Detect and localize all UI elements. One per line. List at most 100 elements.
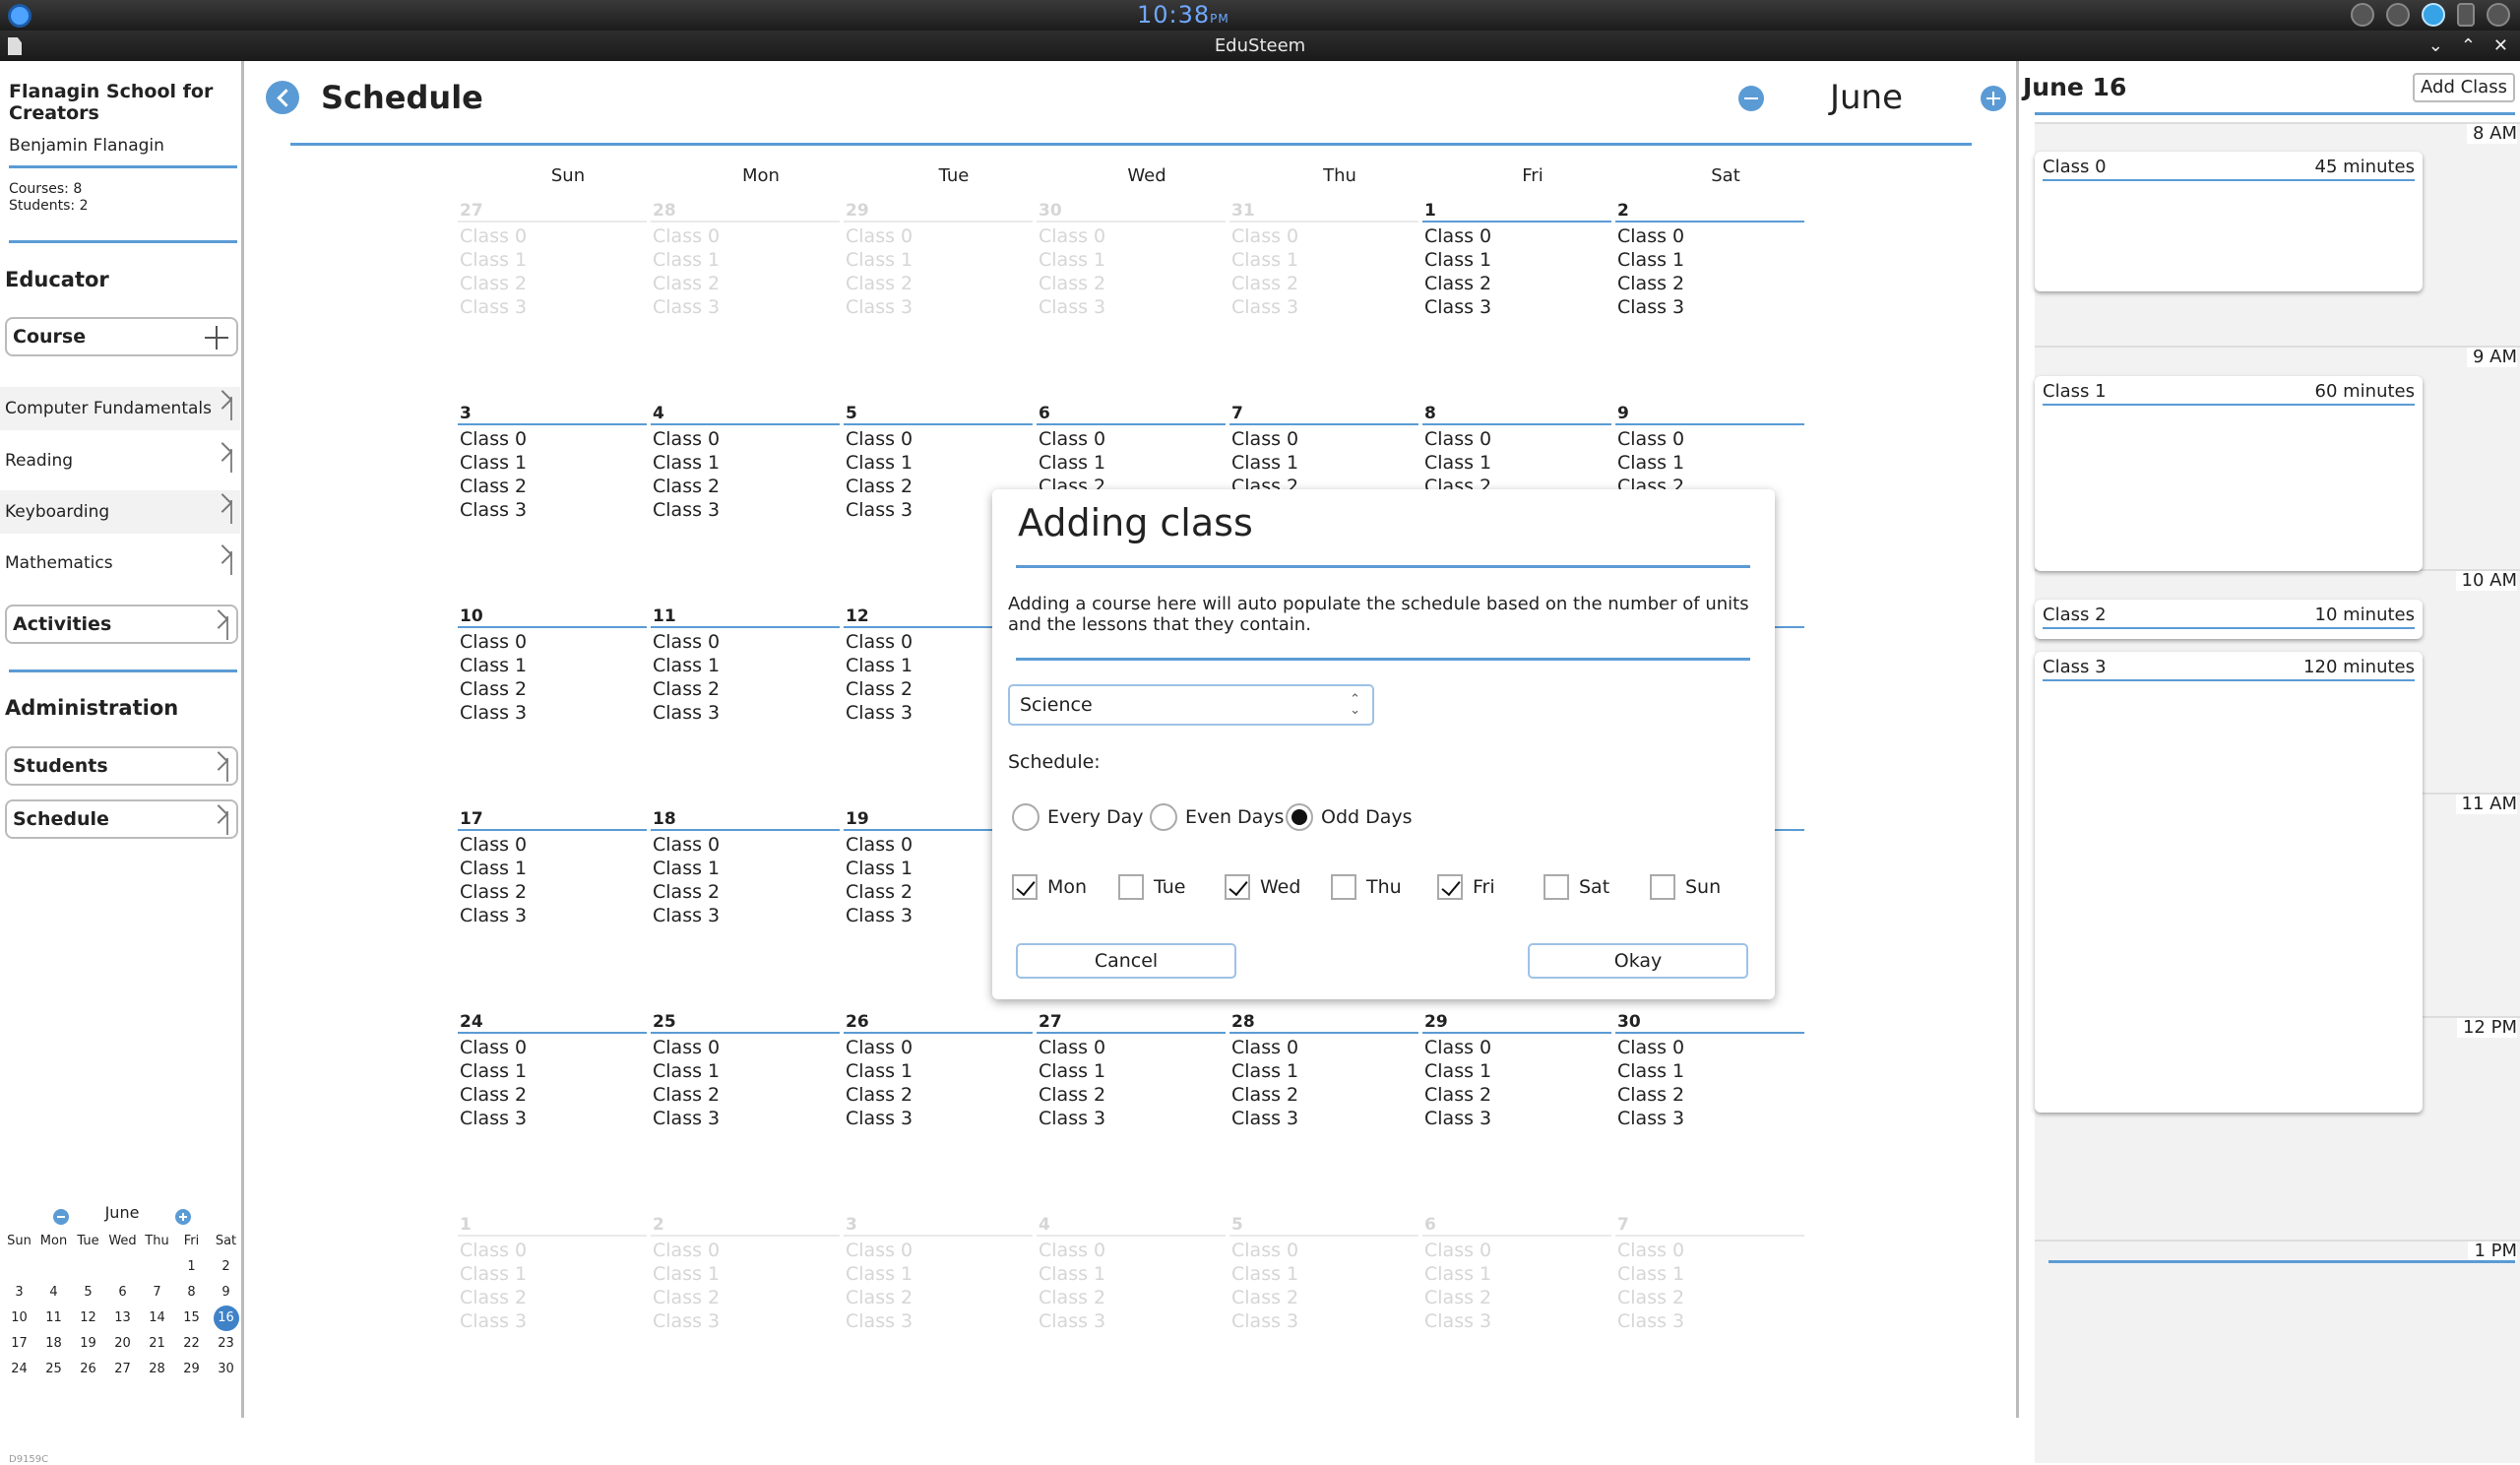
- calendar-day-cell[interactable]: 27 Class 0 Class 1 Class 2 Class 3: [1037, 1012, 1226, 1209]
- class-entry[interactable]: Class 0: [458, 427, 647, 451]
- class-entry[interactable]: Class 2: [1615, 1083, 1804, 1107]
- class-entry[interactable]: Class 1: [844, 451, 1033, 475]
- class-entry[interactable]: Class 3: [1229, 1107, 1418, 1130]
- mini-calendar-day[interactable]: 22: [174, 1331, 209, 1357]
- calendar-day-cell[interactable]: 28 Class 0 Class 1 Class 2 Class 3: [651, 201, 840, 398]
- class-entry[interactable]: Class 3: [458, 295, 647, 319]
- class-entry[interactable]: Class 0: [1229, 1036, 1418, 1059]
- class-entry[interactable]: Class 1: [844, 1059, 1033, 1083]
- class-entry[interactable]: Class 1: [458, 451, 647, 475]
- class-entry[interactable]: Class 2: [1037, 272, 1226, 295]
- calendar-day-cell[interactable]: 6Class 0Class 1Class 2Class 3: [1422, 1215, 1611, 1412]
- calendar-day-cell[interactable]: 30 Class 0 Class 1 Class 2 Class 3: [1615, 1012, 1804, 1209]
- calendar-day-cell[interactable]: 10 Class 0 Class 1 Class 2 Class 3: [458, 606, 647, 803]
- class-entry[interactable]: Class 3: [844, 295, 1033, 319]
- mini-calendar-day[interactable]: 29: [174, 1357, 209, 1382]
- class-entry[interactable]: Class 0: [844, 1239, 1033, 1262]
- checkbox-icon[interactable]: [1437, 874, 1463, 900]
- class-entry[interactable]: Class 0: [1422, 1239, 1611, 1262]
- class-entry[interactable]: Class 0: [458, 630, 647, 654]
- radio-icon[interactable]: [1150, 803, 1177, 831]
- class-entry[interactable]: Class 1: [1229, 1262, 1418, 1286]
- mini-calendar-day[interactable]: 19: [71, 1331, 105, 1357]
- course-item-keyboarding[interactable]: Keyboarding: [0, 490, 240, 534]
- class-entry[interactable]: Class 1: [1422, 451, 1611, 475]
- class-entry[interactable]: Class 2: [1422, 1286, 1611, 1309]
- class-entry[interactable]: Class 1: [651, 451, 840, 475]
- class-entry[interactable]: Class 3: [1615, 1309, 1804, 1333]
- scheduled-class-card[interactable]: Class 3 120 minutes: [2035, 652, 2423, 1113]
- mini-calendar-day[interactable]: 26: [71, 1357, 105, 1382]
- class-entry[interactable]: Class 2: [458, 272, 647, 295]
- calendar-day-cell[interactable]: 18 Class 0 Class 1 Class 2 Class 3: [651, 809, 840, 1006]
- checkbox-sat[interactable]: Sat: [1544, 874, 1609, 900]
- class-entry[interactable]: Class 0: [1615, 1239, 1804, 1262]
- class-entry[interactable]: Class 0: [844, 1036, 1033, 1059]
- calendar-day-cell[interactable]: 30 Class 0 Class 1 Class 2 Class 3: [1037, 201, 1226, 398]
- course-item-mathematics[interactable]: Mathematics: [0, 541, 240, 585]
- class-entry[interactable]: Class 0: [1229, 1239, 1418, 1262]
- class-entry[interactable]: Class 1: [1422, 1262, 1611, 1286]
- scheduled-class-card[interactable]: Class 0 45 minutes: [2035, 152, 2423, 291]
- class-entry[interactable]: Class 1: [1615, 451, 1804, 475]
- students-button[interactable]: Students: [5, 746, 238, 786]
- class-entry[interactable]: Class 3: [458, 1107, 647, 1130]
- checkbox-tue[interactable]: Tue: [1118, 874, 1185, 900]
- class-entry[interactable]: Class 0: [651, 427, 840, 451]
- class-entry[interactable]: Class 0: [1037, 1036, 1226, 1059]
- class-entry[interactable]: Class 2: [1615, 1286, 1804, 1309]
- class-entry[interactable]: Class 0: [844, 427, 1033, 451]
- class-entry[interactable]: Class 3: [651, 295, 840, 319]
- class-entry[interactable]: Class 0: [1229, 224, 1418, 248]
- class-entry[interactable]: Class 2: [651, 1286, 840, 1309]
- app-launcher-icon[interactable]: [8, 4, 32, 28]
- mini-calendar-day[interactable]: 30: [209, 1357, 243, 1382]
- class-entry[interactable]: Class 2: [651, 475, 840, 498]
- class-entry[interactable]: Class 1: [458, 1059, 647, 1083]
- calendar-day-cell[interactable]: 2 Class 0 Class 1 Class 2 Class 3: [651, 1215, 840, 1412]
- class-entry[interactable]: Class 3: [1615, 295, 1804, 319]
- class-entry[interactable]: Class 3: [458, 904, 647, 927]
- mini-calendar-day[interactable]: 9: [209, 1280, 243, 1306]
- class-entry[interactable]: Class 1: [651, 857, 840, 880]
- class-entry[interactable]: Class 0: [1037, 1239, 1226, 1262]
- mini-calendar-day[interactable]: 20: [105, 1331, 140, 1357]
- class-entry[interactable]: Class 1: [1229, 1059, 1418, 1083]
- class-entry[interactable]: Class 2: [844, 272, 1033, 295]
- calendar-day-cell[interactable]: 5 Class 0 Class 1 Class 2 Class 3: [1229, 1215, 1418, 1412]
- class-entry[interactable]: Class 1: [1037, 451, 1226, 475]
- class-entry[interactable]: Class 1: [1037, 1262, 1226, 1286]
- mini-calendar-day[interactable]: 25: [36, 1357, 71, 1382]
- class-entry[interactable]: Class 2: [1037, 1083, 1226, 1107]
- class-entry[interactable]: Class 2: [651, 1083, 840, 1107]
- mini-calendar-day[interactable]: 10: [2, 1306, 36, 1331]
- class-entry[interactable]: Class 0: [458, 833, 647, 857]
- class-entry[interactable]: Class 1: [844, 1262, 1033, 1286]
- class-entry[interactable]: Class 1: [651, 654, 840, 677]
- schedule-button[interactable]: Schedule: [5, 799, 238, 839]
- class-entry[interactable]: Class 3: [651, 498, 840, 522]
- class-entry[interactable]: Class 1: [458, 248, 647, 272]
- class-entry[interactable]: Class 0: [1615, 1036, 1804, 1059]
- mini-calendar-day[interactable]: 14: [140, 1306, 174, 1331]
- power-icon[interactable]: [2487, 3, 2510, 27]
- class-entry[interactable]: Class 3: [1615, 1107, 1804, 1130]
- course-select[interactable]: Science ⌃ ⌄: [1008, 684, 1374, 726]
- calendar-day-cell[interactable]: 31 Class 0 Class 1 Class 2 Class 3: [1229, 201, 1418, 398]
- course-button[interactable]: Course: [5, 317, 238, 356]
- scheduled-class-card[interactable]: Class 2 10 minutes: [2035, 600, 2423, 639]
- class-entry[interactable]: Class 0: [651, 630, 840, 654]
- checkbox-sun[interactable]: Sun: [1650, 874, 1721, 900]
- class-entry[interactable]: Class 2: [1229, 1286, 1418, 1309]
- mini-calendar-day[interactable]: 27: [105, 1357, 140, 1382]
- class-entry[interactable]: Class 2: [458, 1286, 647, 1309]
- calendar-day-cell[interactable]: 26 Class 0 Class 1 Class 2 Class 3: [844, 1012, 1033, 1209]
- class-entry[interactable]: Class 2: [844, 1083, 1033, 1107]
- calendar-day-cell[interactable]: 27 Class 0 Class 1 Class 2 Class 3: [458, 201, 647, 398]
- mini-calendar-day[interactable]: 28: [140, 1357, 174, 1382]
- add-class-button[interactable]: Add Class: [2413, 73, 2515, 102]
- class-entry[interactable]: Class 3: [651, 1107, 840, 1130]
- calendar-day-cell[interactable]: 4 Class 0 Class 1 Class 2 Class 3: [651, 404, 840, 601]
- class-entry[interactable]: Class 3: [458, 498, 647, 522]
- calendar-day-cell[interactable]: 29 Class 0 Class 1 Class 2 Class 3: [844, 201, 1033, 398]
